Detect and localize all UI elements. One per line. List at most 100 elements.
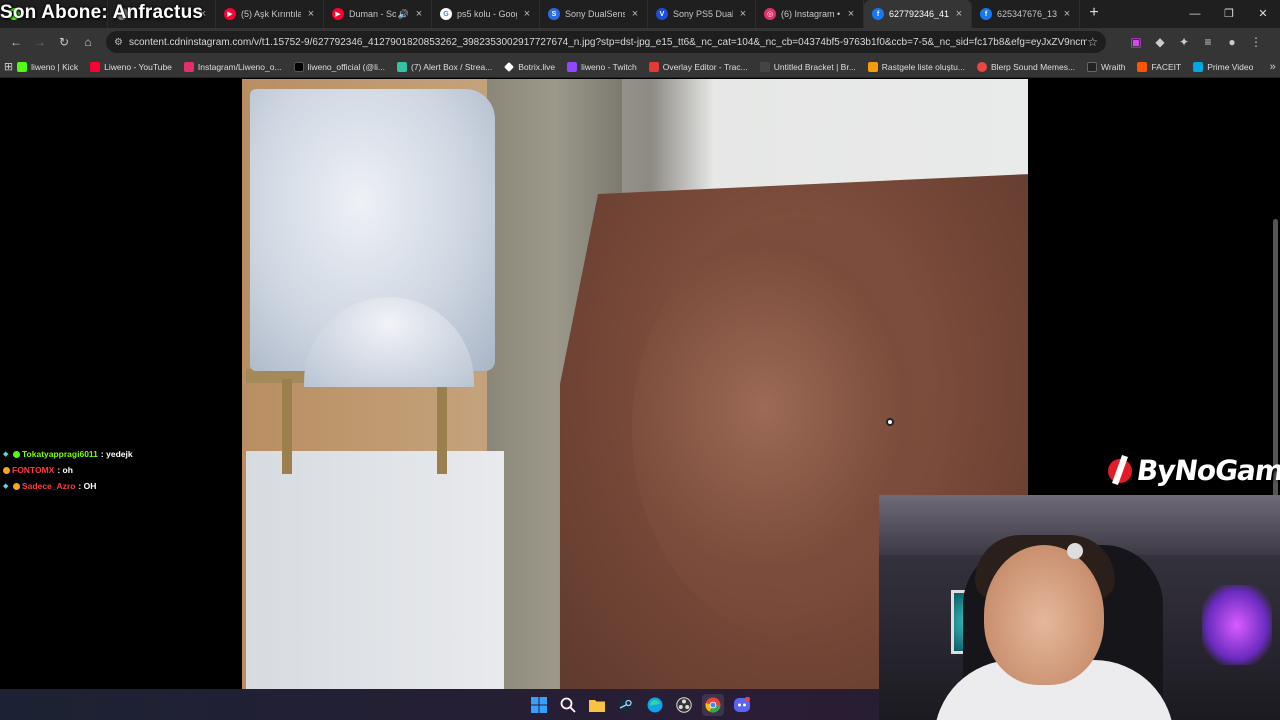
- close-icon[interactable]: ×: [1061, 8, 1073, 20]
- discord-icon[interactable]: [731, 694, 753, 716]
- bookmark-item[interactable]: Prime Video: [1193, 61, 1253, 72]
- windows-start-icon[interactable]: [528, 694, 550, 716]
- home-icon[interactable]: ⌂: [76, 35, 100, 49]
- bookmark-label: Liweno - YouTube: [104, 61, 172, 72]
- warning-badge-icon: [13, 482, 20, 490]
- bookmark-label: Untitled Bracket | Br...: [773, 61, 856, 72]
- chat-message: ◆ Tokatyappragi6011 : yedejk: [3, 446, 133, 462]
- bookmark-item[interactable]: Liweno - YouTube: [90, 61, 172, 72]
- chat-username: Sadece_Azro: [22, 481, 76, 491]
- tab[interactable]: Gps5 kolu - Google ×: [432, 0, 540, 28]
- tab-label: (6) Instagram • M: [781, 9, 841, 19]
- tab-active[interactable]: f 627792346_41279 ×: [864, 0, 972, 28]
- webcam-feed: [879, 495, 1280, 720]
- prime-video-icon: [1193, 61, 1204, 72]
- menu-icon[interactable]: ⋮: [1244, 35, 1268, 49]
- bookmark-item[interactable]: Rastgele liste oluştu...: [867, 61, 965, 72]
- bookmark-label: Blerp Sound Memes...: [990, 61, 1076, 72]
- reload-icon[interactable]: ↻: [52, 35, 76, 49]
- bookmark-item[interactable]: (7) Alert Box / Strea...: [397, 61, 493, 72]
- screen: K× × ▶(5) Aşk Kırıntıları× ▶Duman - Sor🔊…: [0, 0, 1280, 720]
- bookmark-label: (7) Alert Box / Strea...: [411, 61, 493, 72]
- overlay-editor-icon: [648, 61, 659, 72]
- extensions-puzzle-icon[interactable]: ✦: [1172, 35, 1196, 49]
- chat-username: FONTOMX: [12, 465, 55, 475]
- restore-icon[interactable]: ❐: [1212, 0, 1246, 28]
- media-control-icon[interactable]: ≡: [1196, 35, 1220, 49]
- bookmark-label: Instagram/Liweno_o...: [197, 61, 282, 72]
- streamlabs-icon: [397, 61, 407, 72]
- bookmark-item[interactable]: Instagram/Liweno_o...: [183, 61, 282, 72]
- tab[interactable]: S Sony DualSense S ×: [540, 0, 648, 28]
- youtube-icon: ▶: [224, 8, 236, 20]
- file-explorer-icon[interactable]: [586, 694, 608, 716]
- close-icon[interactable]: ×: [953, 8, 965, 20]
- tab[interactable]: ◎ (6) Instagram • M ×: [756, 0, 864, 28]
- youtube-icon: [90, 61, 101, 72]
- youtube-icon: ▶: [332, 8, 344, 20]
- bookmark-item[interactable]: Wraith: [1087, 61, 1125, 72]
- close-icon[interactable]: ×: [305, 8, 317, 20]
- shop-icon: V: [656, 8, 668, 20]
- tab[interactable]: V Sony PS5 Dualsen ×: [648, 0, 756, 28]
- extension-icon[interactable]: ▣: [1124, 35, 1148, 49]
- diamond-badge-icon: ◆: [3, 450, 9, 458]
- bookmark-label: Botrix.live: [518, 61, 556, 72]
- bookmark-item[interactable]: FACEIT: [1137, 61, 1181, 72]
- window-controls: — ❐ ✕: [1178, 0, 1280, 28]
- instagram-icon: [183, 61, 194, 72]
- tab[interactable]: f 625347676_13816 ×: [972, 0, 1080, 28]
- bookmark-item[interactable]: Botrix.live: [504, 62, 555, 72]
- chat-text: : OH: [78, 481, 97, 491]
- bookmark-item[interactable]: Overlay Editor - Trac...: [648, 61, 748, 72]
- forward-icon[interactable]: →: [28, 35, 52, 49]
- tab-label: Sony DualSense S: [565, 9, 625, 19]
- address-bar[interactable]: ⚙ scontent.cdninstagram.com/v/t1.15752-9…: [106, 31, 1106, 53]
- close-window-icon[interactable]: ✕: [1246, 0, 1280, 28]
- obs-icon[interactable]: [673, 694, 695, 716]
- stream-overlay-title: Son Abone: Anfractus: [0, 2, 204, 23]
- neon-light: [1202, 585, 1272, 665]
- tab[interactable]: ▶ (5) Aşk Kırıntıları ×: [216, 0, 324, 28]
- edge-icon[interactable]: [644, 694, 666, 716]
- instagram-icon: ◎: [764, 8, 776, 20]
- bookmark-label: liweno_official (@li...: [307, 61, 385, 72]
- close-icon[interactable]: ×: [629, 8, 641, 20]
- white-pedestal: [246, 451, 504, 689]
- mouse-cursor: [886, 418, 894, 426]
- site-info-icon[interactable]: ⚙: [114, 37, 123, 48]
- bookmark-star-icon[interactable]: ☆: [1087, 35, 1098, 49]
- close-icon[interactable]: ×: [521, 8, 533, 20]
- bookmark-item[interactable]: liweno - Twitch: [567, 61, 637, 72]
- close-icon[interactable]: ×: [413, 8, 425, 20]
- tab[interactable]: ▶ Duman - Sor 🔊 ×: [324, 0, 432, 28]
- headset-icon: [1067, 543, 1083, 559]
- search-icon[interactable]: [557, 694, 579, 716]
- more-bookmarks-icon[interactable]: »: [1265, 61, 1280, 73]
- tab-label: (5) Aşk Kırıntıları: [241, 9, 301, 19]
- easel-leg: [437, 379, 447, 474]
- speaker-icon[interactable]: 🔊: [398, 9, 409, 20]
- apps-grid-icon[interactable]: ⊞: [0, 60, 17, 73]
- chat-text: : oh: [57, 465, 73, 475]
- bookmark-label: liweno - Twitch: [581, 61, 637, 72]
- profile-avatar[interactable]: ●: [1220, 35, 1244, 49]
- bookmark-item[interactable]: Blerp Sound Memes...: [976, 61, 1076, 72]
- facebook-icon: f: [980, 8, 992, 20]
- new-tab-button[interactable]: +: [1080, 0, 1108, 28]
- chat-username: Tokatyappragi6011: [22, 449, 98, 459]
- sony-icon: S: [548, 8, 560, 20]
- back-icon[interactable]: ←: [4, 35, 28, 49]
- bookmark-item[interactable]: liweno | Kick: [17, 61, 78, 72]
- facebook-icon: f: [872, 8, 884, 20]
- close-icon[interactable]: ×: [845, 8, 857, 20]
- close-icon[interactable]: ×: [737, 8, 749, 20]
- bookmark-item[interactable]: liweno_official (@li...: [293, 61, 385, 72]
- twitch-icon: [567, 61, 578, 72]
- diamond-badge-icon: ◆: [3, 482, 9, 490]
- steam-icon[interactable]: [615, 694, 637, 716]
- extension-icon[interactable]: ◆: [1148, 35, 1172, 49]
- minimize-icon[interactable]: —: [1178, 0, 1212, 28]
- chrome-icon[interactable]: [701, 693, 724, 716]
- bookmark-item[interactable]: Untitled Bracket | Br...: [759, 61, 856, 72]
